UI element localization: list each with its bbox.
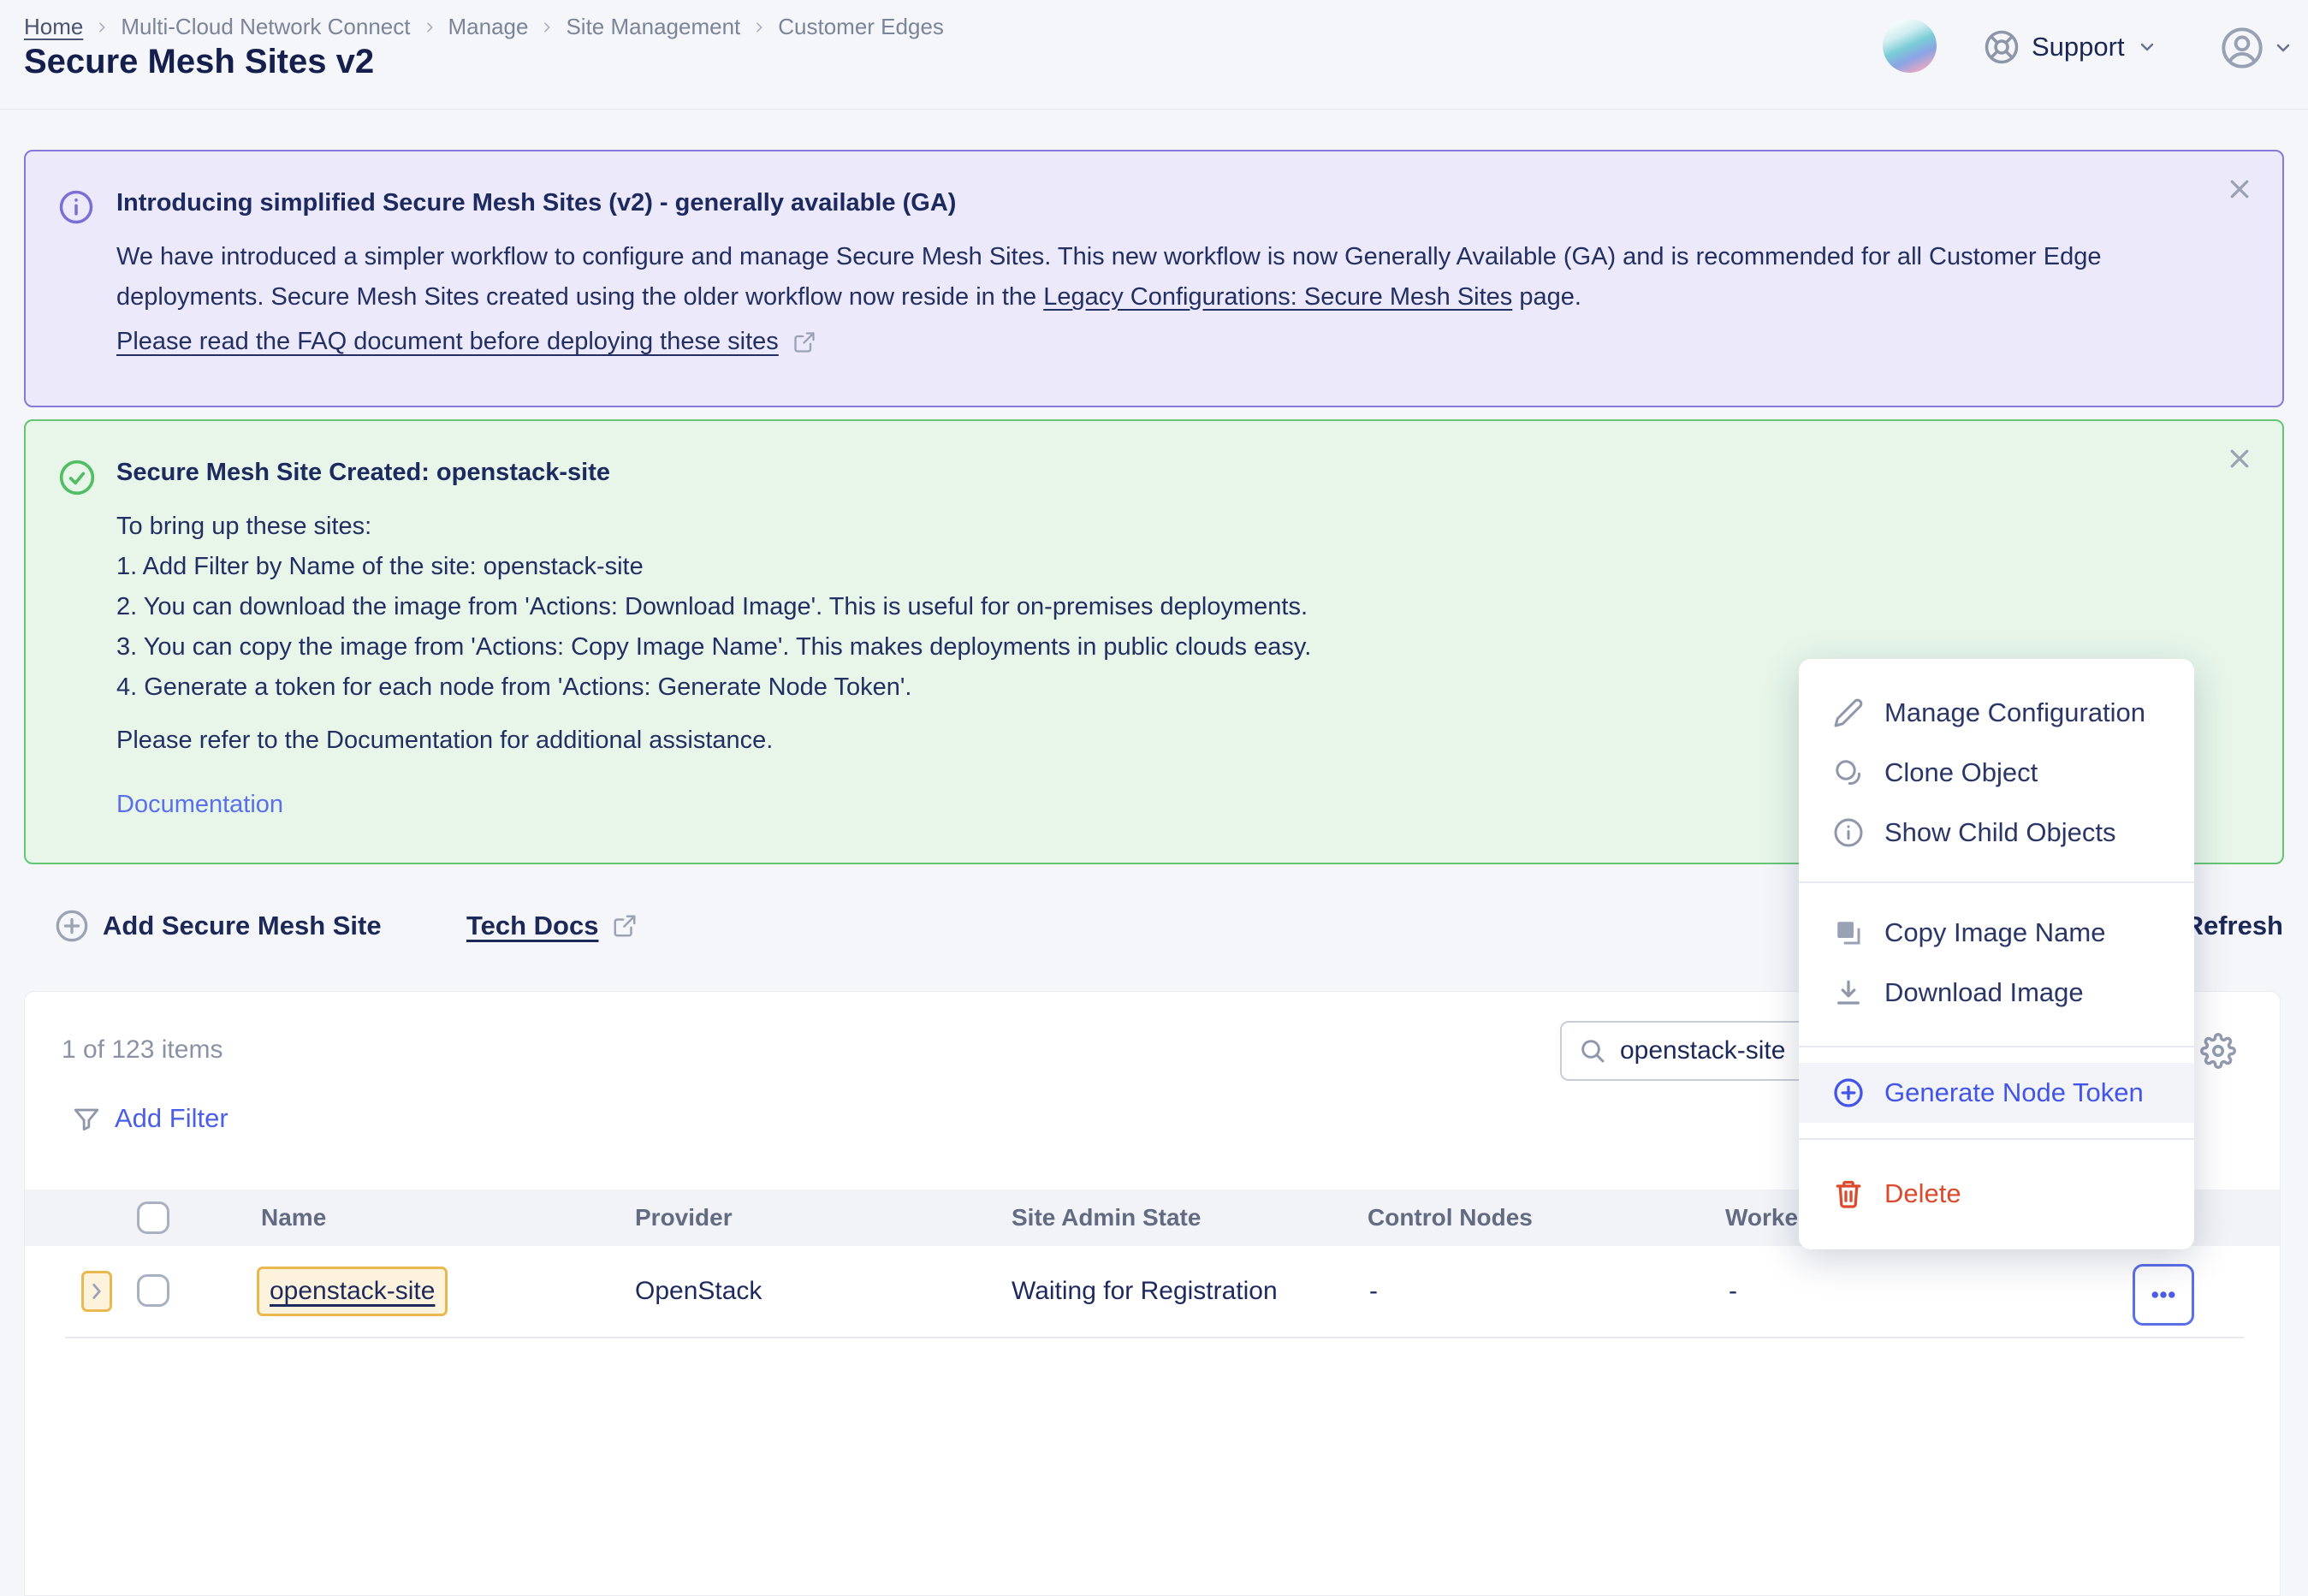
table-settings-button[interactable] — [2198, 1030, 2239, 1071]
menu-item-label: Manage Configuration — [1884, 697, 2145, 728]
site-name-link[interactable]: openstack-site — [270, 1277, 435, 1306]
chevron-right-icon — [86, 1280, 108, 1302]
header-divider — [0, 109, 2308, 110]
add-filter-label: Add Filter — [115, 1103, 228, 1134]
row-actions-button[interactable] — [2133, 1264, 2194, 1326]
refresh-button[interactable]: Refresh — [2185, 904, 2283, 948]
cell-site-admin-state: Waiting for Registration — [1012, 1246, 1278, 1337]
legacy-configs-link[interactable]: Legacy Configurations: Secure Mesh Sites — [1043, 283, 1512, 311]
breadcrumb-home[interactable]: Home — [24, 14, 83, 40]
info-icon — [1833, 817, 1864, 848]
chevron-right-icon — [540, 21, 554, 34]
check-circle-icon — [58, 459, 96, 496]
ellipsis-icon — [2148, 1279, 2179, 1310]
menu-divider — [1799, 881, 2194, 883]
plus-circle-icon — [1833, 1077, 1864, 1108]
row-expand-button[interactable] — [81, 1271, 112, 1312]
filter-funnel-icon — [72, 1104, 101, 1133]
column-header-control-nodes: Control Nodes — [1368, 1190, 1533, 1246]
info-banner-body: We have introduced a simpler workflow to… — [116, 237, 2187, 317]
menu-item-manage-configuration[interactable]: Manage Configuration — [1799, 683, 2194, 743]
menu-item-label: Clone Object — [1884, 757, 2038, 788]
column-header-provider: Provider — [635, 1190, 733, 1246]
refresh-label: Refresh — [2185, 911, 2283, 941]
select-all-checkbox[interactable] — [137, 1201, 169, 1234]
gear-icon — [2200, 1033, 2236, 1069]
row-name-highlight[interactable]: openstack-site — [257, 1267, 448, 1316]
cell-provider: OpenStack — [635, 1246, 762, 1337]
step-4: 4. Generate a token for each node from '… — [116, 667, 1311, 708]
account-menu[interactable] — [2220, 26, 2293, 70]
info-banner-title: Introducing simplified Secure Mesh Sites… — [116, 189, 956, 217]
secure-mesh-sites-page: Home Multi-Cloud Network Connect Manage … — [0, 0, 2308, 1596]
menu-item-label: Delete — [1884, 1178, 1961, 1209]
breadcrumb-customer-edges: Customer Edges — [778, 14, 944, 40]
assistant-orb-icon[interactable] — [1883, 19, 1937, 73]
breadcrumb-multi-cloud[interactable]: Multi-Cloud Network Connect — [121, 14, 410, 40]
menu-item-download-image[interactable]: Download Image — [1799, 963, 2194, 1023]
chevron-right-icon — [752, 21, 766, 34]
support-label: Support — [2032, 32, 2125, 62]
breadcrumb-manage[interactable]: Manage — [448, 14, 529, 40]
trash-icon — [1833, 1178, 1864, 1209]
life-buoy-icon — [1984, 29, 2020, 65]
menu-item-delete[interactable]: Delete — [1799, 1164, 2194, 1224]
close-icon[interactable] — [2222, 442, 2257, 476]
external-link-icon — [792, 330, 816, 354]
menu-divider — [1799, 1046, 2194, 1047]
menu-item-copy-image-name[interactable]: Copy Image Name — [1799, 903, 2194, 963]
add-secure-mesh-site-button[interactable]: Add Secure Mesh Site — [55, 904, 382, 948]
menu-item-label: Download Image — [1884, 977, 2084, 1008]
menu-item-generate-node-token[interactable]: Generate Node Token — [1799, 1063, 2194, 1123]
step-2: 2. You can download the image from 'Acti… — [116, 587, 1311, 627]
chevron-right-icon — [423, 21, 436, 34]
add-site-label: Add Secure Mesh Site — [103, 911, 382, 941]
items-count: 1 of 123 items — [62, 1035, 222, 1065]
clone-icon — [1833, 757, 1864, 788]
step-1: 1. Add Filter by Name of the site: opens… — [116, 547, 1311, 587]
menu-item-show-child-objects[interactable]: Show Child Objects — [1799, 803, 2194, 863]
faq-link[interactable]: Please read the FAQ document before depl… — [116, 328, 779, 356]
row-divider — [65, 1337, 2244, 1338]
column-header-name: Name — [261, 1190, 326, 1246]
copy-icon — [1833, 917, 1864, 948]
menu-item-clone-object[interactable]: Clone Object — [1799, 743, 2194, 803]
breadcrumb: Home Multi-Cloud Network Connect Manage … — [24, 14, 944, 40]
success-banner-title: Secure Mesh Site Created: openstack-site — [116, 459, 610, 487]
breadcrumb-site-management[interactable]: Site Management — [566, 14, 740, 40]
success-banner-note: Please refer to the Documentation for ad… — [116, 727, 773, 755]
steps-intro: To bring up these sites: — [116, 507, 1311, 547]
info-banner: Introducing simplified Secure Mesh Sites… — [24, 150, 2284, 407]
cell-control-nodes: - — [1369, 1246, 1378, 1337]
close-icon[interactable] — [2222, 172, 2257, 206]
search-icon — [1579, 1037, 1606, 1065]
step-3: 3. You can copy the image from 'Actions:… — [116, 627, 1311, 667]
menu-item-label: Show Child Objects — [1884, 817, 2116, 848]
info-banner-text-suffix: page. — [1512, 283, 1581, 311]
chevron-right-icon — [95, 21, 109, 34]
user-icon — [2220, 26, 2264, 70]
info-icon — [58, 189, 94, 225]
column-header-site-admin-state: Site Admin State — [1012, 1190, 1201, 1246]
support-menu[interactable]: Support — [1984, 29, 2157, 65]
row-checkbox[interactable] — [137, 1274, 169, 1307]
faq-row: Please read the FAQ document before depl… — [116, 328, 816, 356]
menu-item-label: Copy Image Name — [1884, 917, 2105, 948]
menu-item-label: Generate Node Token — [1884, 1077, 2144, 1108]
external-link-icon — [612, 913, 638, 939]
pencil-icon — [1833, 697, 1864, 728]
menu-divider — [1799, 1138, 2194, 1140]
chevron-down-icon — [2137, 37, 2157, 57]
documentation-link[interactable]: Documentation — [116, 791, 283, 819]
row-actions-context-menu: Manage Configuration Clone Object Show C… — [1799, 659, 2194, 1249]
plus-circle-icon — [55, 909, 89, 943]
tech-docs-label: Tech Docs — [466, 911, 598, 941]
success-banner-steps: To bring up these sites: 1. Add Filter b… — [116, 507, 1311, 708]
chevron-down-icon — [2273, 38, 2293, 58]
add-filter-button[interactable]: Add Filter — [72, 1098, 228, 1139]
cell-worker-nodes: - — [1729, 1246, 1737, 1337]
tech-docs-link[interactable]: Tech Docs — [466, 904, 638, 948]
download-icon — [1833, 977, 1864, 1008]
page-title: Secure Mesh Sites v2 — [24, 43, 374, 81]
